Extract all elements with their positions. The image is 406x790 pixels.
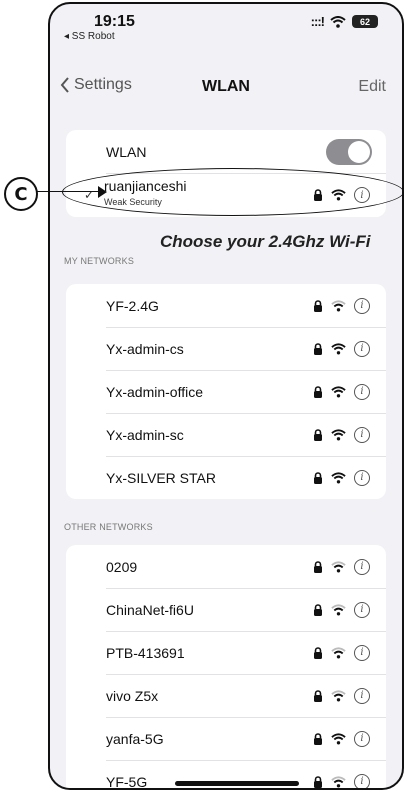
- wifi-icon: [330, 15, 346, 28]
- toggle-knob: [348, 140, 370, 163]
- list-item[interactable]: YF-2.4G i: [66, 284, 386, 327]
- edit-button[interactable]: Edit: [358, 78, 386, 96]
- wifi-icon: [331, 560, 346, 572]
- battery-icon: 62: [352, 15, 378, 28]
- info-icon[interactable]: i: [354, 469, 370, 486]
- list-item[interactable]: Yx-admin-office i: [66, 370, 386, 413]
- signal-icon: :::!: [310, 14, 325, 29]
- network-name: yanfa-5G: [106, 730, 164, 747]
- wifi-icon: [331, 385, 346, 397]
- network-name: 0209: [106, 558, 138, 575]
- row-icons: i: [313, 773, 370, 788]
- network-name: vivo Z5x: [106, 687, 159, 704]
- wifi-icon: [331, 646, 346, 658]
- wifi-icon: [331, 299, 346, 311]
- my-networks-header: MY NETWORKS: [64, 256, 135, 266]
- info-icon[interactable]: i: [354, 558, 370, 575]
- row-icons: i: [313, 558, 370, 575]
- wlan-label: WLAN: [106, 143, 147, 160]
- list-item[interactable]: vivo Z5x i: [66, 674, 386, 717]
- wlan-toggle[interactable]: [326, 138, 372, 165]
- row-icons: i: [313, 730, 370, 747]
- info-icon[interactable]: i: [354, 601, 370, 618]
- lock-icon: [314, 385, 322, 398]
- list-item[interactable]: ChinaNet-fi6U i: [66, 588, 386, 631]
- other-networks-header: OTHER NETWORKS: [64, 522, 153, 532]
- row-icons: i: [313, 383, 370, 400]
- other-networks-group: 0209 i ChinaNet-fi6U i PTB-413691 i vivo…: [66, 545, 386, 790]
- status-carrier: ◂ SS Robot: [64, 31, 115, 42]
- list-item[interactable]: Yx-SILVER STAR i: [66, 456, 386, 499]
- status-time: 19:15: [94, 13, 135, 30]
- lock-icon: [314, 342, 322, 355]
- nav-bar: Settings WLAN Edit: [50, 68, 402, 104]
- status-icons: :::! 62: [311, 14, 378, 29]
- list-item[interactable]: Yx-admin-cs i: [66, 327, 386, 370]
- status-bar: 19:15 ◂ SS Robot :::! 62: [50, 4, 402, 48]
- info-icon[interactable]: i: [354, 773, 370, 788]
- lock-icon: [314, 689, 322, 702]
- instruction-text: Choose your 2.4Ghz Wi-Fi: [160, 232, 371, 251]
- arrow-icon: [98, 186, 107, 198]
- info-icon[interactable]: i: [354, 730, 370, 747]
- lock-icon: [314, 603, 322, 616]
- my-networks-group: YF-2.4G i Yx-admin-cs i Yx-admin-office …: [66, 284, 386, 499]
- row-icons: i: [313, 426, 370, 443]
- wifi-icon: [331, 775, 346, 787]
- info-icon[interactable]: i: [354, 426, 370, 443]
- annotation-line: [36, 191, 100, 192]
- row-icons: i: [313, 644, 370, 661]
- info-icon[interactable]: i: [354, 644, 370, 661]
- lock-icon: [314, 428, 322, 441]
- info-icon[interactable]: i: [354, 383, 370, 400]
- highlight-ellipse: [62, 168, 404, 216]
- list-item[interactable]: PTB-413691 i: [66, 631, 386, 674]
- wifi-icon: [331, 471, 346, 483]
- list-item[interactable]: 0209 i: [66, 545, 386, 588]
- page-title: WLAN: [202, 78, 250, 95]
- network-name: PTB-413691: [106, 644, 185, 661]
- network-name: YF-2.4G: [106, 297, 159, 314]
- lock-icon: [314, 646, 322, 659]
- lock-icon: [314, 471, 322, 484]
- phone-frame: 19:15 ◂ SS Robot :::! 62 Settings WLAN E…: [48, 2, 404, 790]
- network-name: Yx-admin-cs: [106, 340, 184, 357]
- row-icons: i: [313, 687, 370, 704]
- row-icons: i: [313, 340, 370, 357]
- wifi-icon: [331, 732, 346, 744]
- lock-icon: [314, 560, 322, 573]
- wifi-icon: [331, 342, 346, 354]
- list-item[interactable]: yanfa-5G i: [66, 717, 386, 760]
- network-name: Yx-admin-sc: [106, 426, 184, 443]
- wlan-toggle-row: WLAN: [66, 130, 386, 173]
- info-icon[interactable]: i: [354, 297, 370, 314]
- step-marker: C: [4, 177, 38, 211]
- wifi-icon: [331, 689, 346, 701]
- network-name: YF-5G: [106, 773, 148, 790]
- lock-icon: [314, 732, 322, 745]
- info-icon[interactable]: i: [354, 340, 370, 357]
- row-icons: i: [313, 297, 370, 314]
- lock-icon: [314, 775, 322, 788]
- wifi-icon: [331, 428, 346, 440]
- network-name: Yx-SILVER STAR: [106, 469, 216, 486]
- network-name: ChinaNet-fi6U: [106, 601, 194, 618]
- lock-icon: [314, 299, 322, 312]
- home-indicator[interactable]: [175, 781, 299, 786]
- row-icons: i: [313, 469, 370, 486]
- list-item[interactable]: Yx-admin-sc i: [66, 413, 386, 456]
- row-icons: i: [313, 601, 370, 618]
- network-name: Yx-admin-office: [106, 383, 204, 400]
- info-icon[interactable]: i: [354, 687, 370, 704]
- wifi-icon: [331, 603, 346, 615]
